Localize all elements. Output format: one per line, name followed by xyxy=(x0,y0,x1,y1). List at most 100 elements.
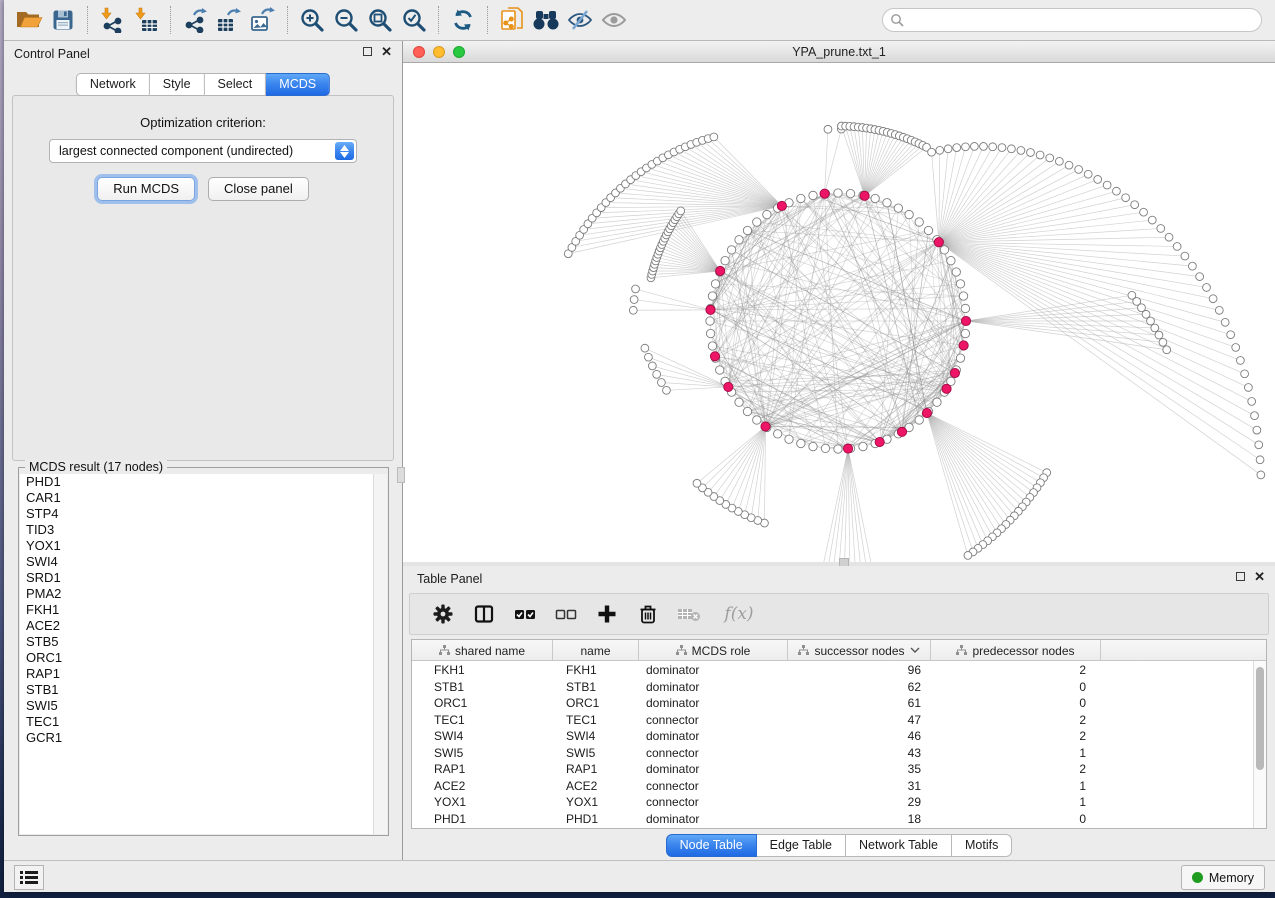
cell-successors[interactable]: 29 xyxy=(788,795,921,809)
network-canvas[interactable] xyxy=(403,63,1275,562)
cell-predecessors[interactable]: 0 xyxy=(931,680,1086,694)
delete-table-button[interactable] xyxy=(676,601,702,627)
memory-button[interactable]: Memory xyxy=(1181,865,1265,890)
cell-mcds-role[interactable]: dominator xyxy=(646,729,699,743)
mcds-list-scrollbar[interactable] xyxy=(373,474,387,834)
cell-mcds-role[interactable]: dominator xyxy=(646,663,699,677)
cell-successors[interactable]: 96 xyxy=(788,663,921,677)
close-panel-button[interactable]: Close panel xyxy=(208,177,309,201)
vertical-splitter-grip[interactable] xyxy=(397,467,405,483)
run-mcds-button[interactable]: Run MCDS xyxy=(97,177,195,201)
cell-predecessors[interactable]: 1 xyxy=(931,795,1086,809)
table-row[interactable]: SWI5SWI5connector431 xyxy=(412,745,1253,762)
column-header-predecessor-nodes[interactable]: predecessor nodes xyxy=(931,640,1101,661)
export-network-button[interactable] xyxy=(180,4,210,36)
mcds-result-item[interactable]: SWI4 xyxy=(20,554,373,570)
column-header-shared-name[interactable]: shared name xyxy=(412,640,553,661)
cell-name[interactable]: TEC1 xyxy=(566,713,597,727)
cell-name[interactable]: SWI4 xyxy=(566,729,595,743)
table-row[interactable]: STB1 STB1 dominator 62 0 xyxy=(412,679,1253,696)
tab-node-table[interactable]: Node Table xyxy=(666,834,757,857)
cell-name[interactable]: SWI5 xyxy=(566,746,595,760)
table-row[interactable]: RAP1RAP1dominator352 xyxy=(412,761,1253,778)
cell-shared-name[interactable]: STB1 xyxy=(434,680,464,694)
cell-mcds-role[interactable]: connector xyxy=(646,795,699,809)
column-header-name[interactable]: name xyxy=(553,640,639,661)
cell-name[interactable]: ORC1 xyxy=(566,696,599,710)
cell-name[interactable]: STB1 xyxy=(566,680,596,694)
hide-graphics-details-button[interactable] xyxy=(565,4,595,36)
cell-name[interactable]: FKH1 xyxy=(566,663,597,677)
cell-predecessors[interactable]: 0 xyxy=(931,812,1086,826)
cell-mcds-role[interactable]: dominator xyxy=(646,812,699,826)
cell-shared-name[interactable]: ORC1 xyxy=(434,696,467,710)
table-scrollbar[interactable] xyxy=(1253,661,1266,828)
mcds-result-item[interactable]: GCR1 xyxy=(20,730,373,746)
save-session-button[interactable] xyxy=(48,4,78,36)
cell-shared-name[interactable]: SWI5 xyxy=(434,746,463,760)
add-button[interactable] xyxy=(594,601,620,627)
cell-name[interactable]: PHD1 xyxy=(566,812,598,826)
zoom-in-button[interactable] xyxy=(297,4,327,36)
cell-mcds-role[interactable]: dominator xyxy=(646,696,699,710)
open-file-button[interactable] xyxy=(14,4,44,36)
cell-shared-name[interactable]: ACE2 xyxy=(434,779,465,793)
cell-mcds-role[interactable]: dominator xyxy=(646,680,699,694)
tab-select[interactable]: Select xyxy=(205,73,267,96)
show-columns-button[interactable] xyxy=(471,601,497,627)
column-header-mcds-role[interactable]: MCDS role xyxy=(639,640,788,661)
mcds-result-item[interactable]: SWI5 xyxy=(20,698,373,714)
search-binoculars-button[interactable] xyxy=(531,4,561,36)
import-network-button[interactable] xyxy=(97,4,127,36)
cell-mcds-role[interactable]: connector xyxy=(646,779,699,793)
cell-successors[interactable]: 62 xyxy=(788,680,921,694)
scrollbar-thumb[interactable] xyxy=(1256,667,1264,770)
mcds-result-item[interactable]: CAR1 xyxy=(20,490,373,506)
mcds-result-item[interactable]: ACE2 xyxy=(20,618,373,634)
cell-predecessors[interactable]: 2 xyxy=(931,663,1086,677)
tab-style[interactable]: Style xyxy=(150,73,205,96)
cell-shared-name[interactable]: FKH1 xyxy=(434,663,465,677)
tab-network-table[interactable]: Network Table xyxy=(846,834,952,857)
task-history-button[interactable] xyxy=(14,865,44,890)
close-table-panel-icon[interactable]: ✕ xyxy=(1254,572,1265,581)
mcds-result-item[interactable]: RAP1 xyxy=(20,666,373,682)
cell-shared-name[interactable]: YOX1 xyxy=(434,795,466,809)
cell-name[interactable]: ACE2 xyxy=(566,779,597,793)
cell-successors[interactable]: 35 xyxy=(788,762,921,776)
criterion-dropdown[interactable]: largest connected component (undirected) xyxy=(49,139,357,163)
cell-successors[interactable]: 61 xyxy=(788,696,921,710)
table-row[interactable]: ACE2ACE2connector311 xyxy=(412,778,1253,795)
deselect-all-button[interactable] xyxy=(553,601,579,627)
table-row[interactable]: ORC1 ORC1 dominator 61 0 xyxy=(412,695,1253,712)
cell-successors[interactable]: 47 xyxy=(788,713,921,727)
select-all-button[interactable] xyxy=(512,601,538,627)
zoom-out-button[interactable] xyxy=(331,4,361,36)
cell-predecessors[interactable]: 1 xyxy=(931,746,1086,760)
tab-mcds[interactable]: MCDS xyxy=(266,73,330,96)
mcds-result-item[interactable]: TID3 xyxy=(20,522,373,538)
mcds-result-item[interactable]: SRD1 xyxy=(20,570,373,586)
cell-predecessors[interactable]: 0 xyxy=(931,696,1086,710)
float-table-panel-icon[interactable] xyxy=(1236,572,1245,581)
table-row[interactable]: YOX1YOX1connector291 xyxy=(412,794,1253,811)
cell-shared-name[interactable]: TEC1 xyxy=(434,713,465,727)
cell-predecessors[interactable]: 1 xyxy=(931,779,1086,793)
table-row[interactable]: FKH1 FKH1 dominator 96 2 xyxy=(412,662,1253,679)
import-table-button[interactable] xyxy=(131,4,161,36)
network-share-button[interactable] xyxy=(497,4,527,36)
cell-mcds-role[interactable]: connector xyxy=(646,746,699,760)
cell-shared-name[interactable]: RAP1 xyxy=(434,762,465,776)
mcds-result-item[interactable]: STP4 xyxy=(20,506,373,522)
cell-successors[interactable]: 18 xyxy=(788,812,921,826)
mcds-result-list[interactable]: PHD1CAR1STP4TID3YOX1SWI4SRD1PMA2FKH1ACE2… xyxy=(20,474,373,834)
tab-edge-table[interactable]: Edge Table xyxy=(757,834,846,857)
cell-shared-name[interactable]: SWI4 xyxy=(434,729,463,743)
cell-shared-name[interactable]: PHD1 xyxy=(434,812,466,826)
table-row[interactable]: SWI4SWI4dominator462 xyxy=(412,728,1253,745)
zoom-selected-button[interactable] xyxy=(399,4,429,36)
mcds-result-item[interactable]: ORC1 xyxy=(20,650,373,666)
show-graphics-details-button[interactable] xyxy=(599,4,629,36)
float-panel-icon[interactable] xyxy=(363,47,372,56)
cell-mcds-role[interactable]: dominator xyxy=(646,762,699,776)
